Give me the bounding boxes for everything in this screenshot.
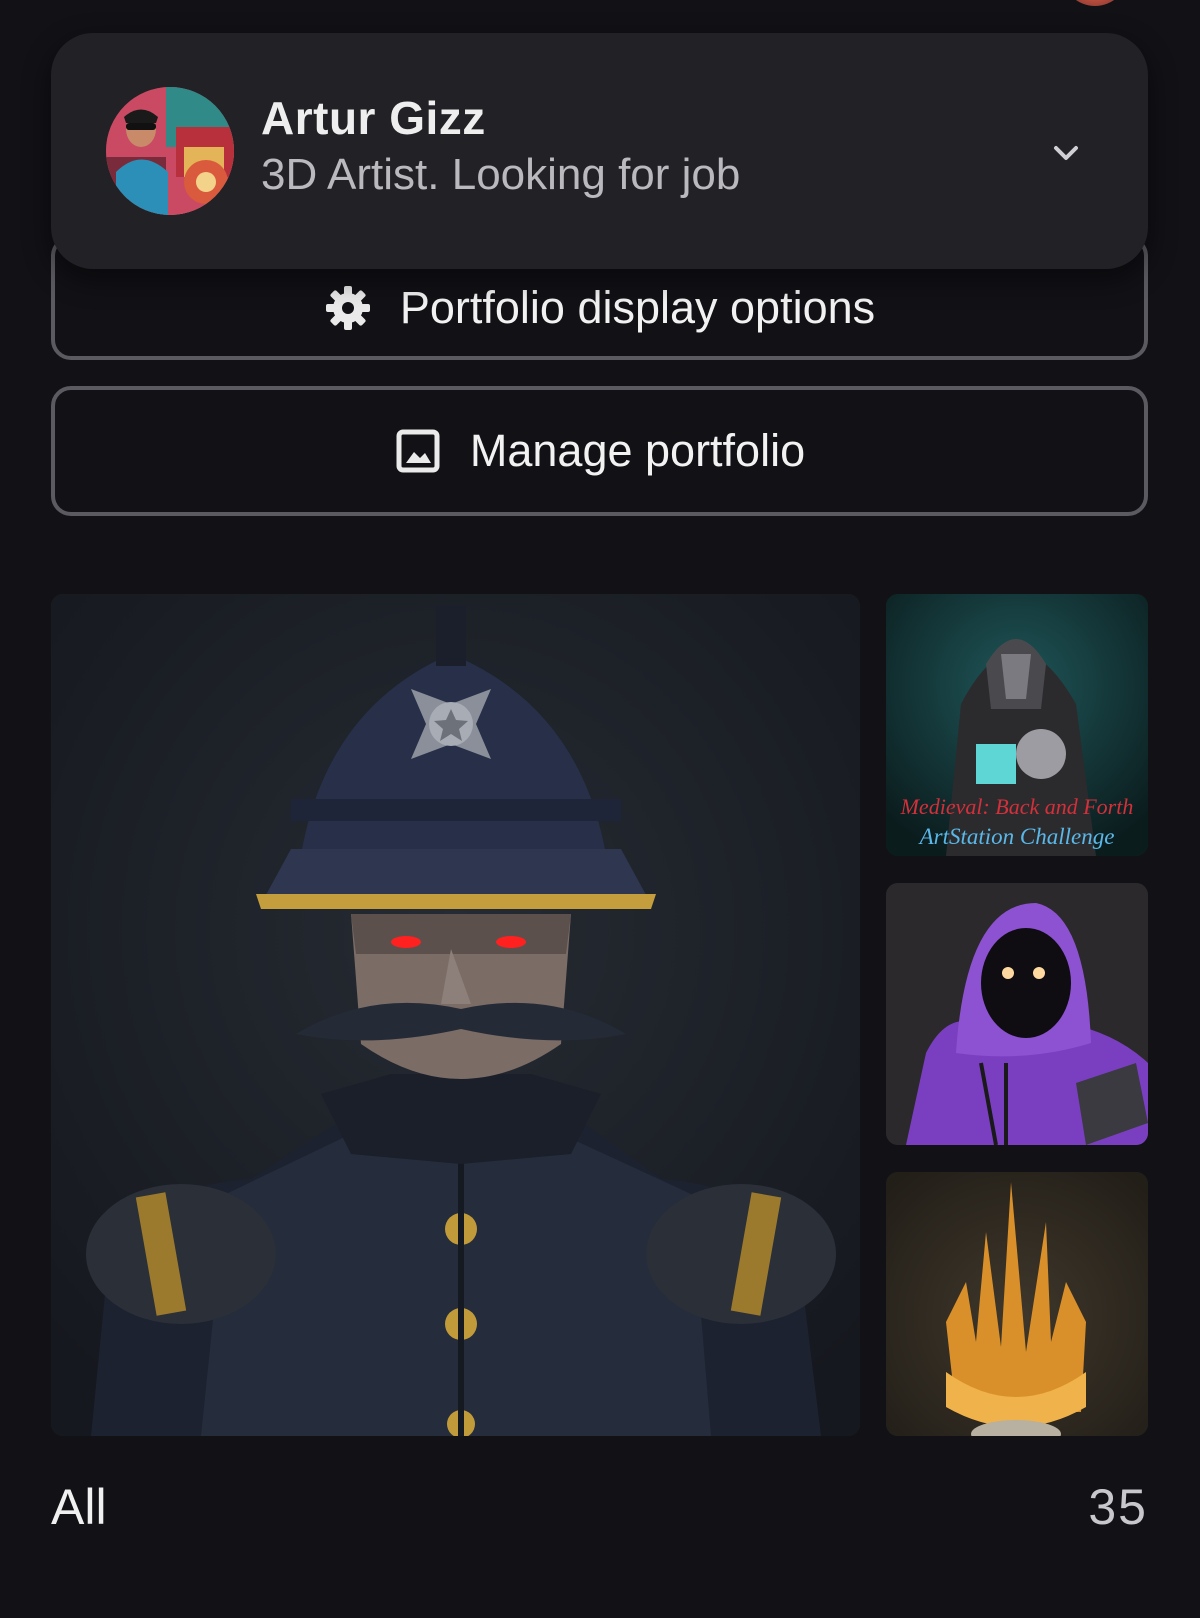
- portfolio-gallery: Medieval: Back and Forth ArtStation Chal…: [51, 594, 1148, 1436]
- artwork-thumbnail-golden-crown[interactable]: [886, 1172, 1148, 1436]
- manage-portfolio-label: Manage portfolio: [469, 425, 806, 476]
- profile-switcher[interactable]: Artur Gizz 3D Artist. Looking for job: [51, 33, 1148, 269]
- profile-name: Artur Gizz: [261, 92, 486, 144]
- artwork-thumbnail-purple-hood[interactable]: [886, 883, 1148, 1145]
- category-filter-label[interactable]: All: [51, 1478, 107, 1536]
- gear-icon: [324, 284, 372, 332]
- thumbnail-title-line1: Medieval: Back and Forth: [900, 794, 1134, 819]
- artwork-thumbnail-policeman[interactable]: [51, 594, 860, 1436]
- portfolio-page: Artur Gizz 3D Artist. Looking for job Po…: [0, 0, 1200, 1618]
- artwork-thumbnail-hooded-knight[interactable]: Medieval: Back and Forth ArtStation Chal…: [886, 594, 1148, 856]
- avatar-image: [106, 87, 234, 215]
- header-avatar[interactable]: [1062, 0, 1128, 6]
- artwork-count: 35: [1088, 1479, 1148, 1535]
- chevron-down-icon[interactable]: [1046, 133, 1086, 173]
- thumbnail-title-line2: ArtStation Challenge: [918, 824, 1115, 849]
- profile-subtitle: 3D Artist. Looking for job: [261, 150, 741, 199]
- image-icon: [394, 427, 442, 475]
- avatar: [106, 87, 234, 215]
- manage-portfolio-button[interactable]: Manage portfolio: [51, 386, 1148, 516]
- display-options-label: Portfolio display options: [399, 282, 876, 333]
